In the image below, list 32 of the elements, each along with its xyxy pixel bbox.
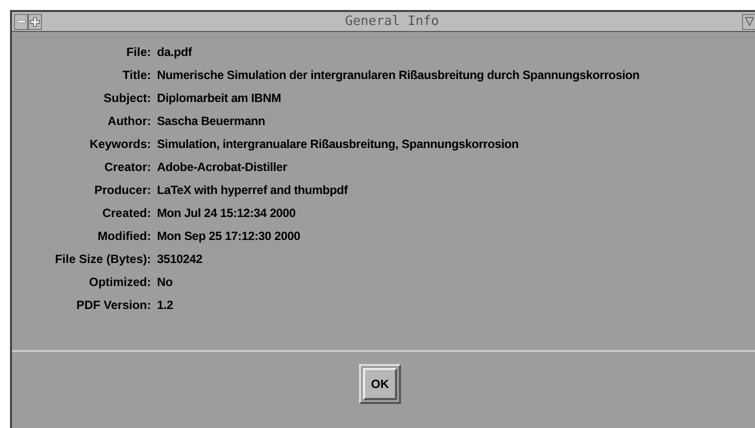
field-value: LaTeX with hyperref and thumbpdf — [157, 182, 348, 199]
maximize-button[interactable] — [28, 14, 42, 30]
field-label: Producer: — [93, 182, 151, 199]
field-value: No — [157, 274, 173, 291]
minus-icon — [16, 20, 26, 23]
field-value: 3510242 — [157, 251, 202, 268]
ok-button[interactable]: OK — [363, 368, 397, 400]
field-value: da.pdf — [157, 44, 192, 61]
field-value: Numerische Simulation der intergranularen Rißausbreitung durch Spannungskorrosion — [157, 67, 640, 84]
field-value: Mon Jul 24 15:12:34 2000 — [157, 205, 296, 222]
field-label: PDF Version: — [75, 297, 151, 314]
window-menu-button[interactable] — [14, 14, 28, 30]
shade-button[interactable] — [742, 14, 755, 30]
plus-icon — [30, 16, 40, 26]
down-triangle-icon — [744, 17, 754, 26]
field-label: Optimized: — [88, 274, 151, 291]
field-label: Modified: — [96, 228, 151, 245]
field-value: Sascha Beuermann — [157, 113, 266, 130]
field-value: Diplomarbeit am IBNM — [157, 90, 282, 107]
field-label: Creator: — [103, 159, 151, 176]
field-value: Adobe-Acrobat-Distiller — [157, 159, 288, 176]
field-label: Keywords: — [88, 136, 151, 153]
field-label: Author: — [106, 113, 151, 130]
field-label: Subject: — [102, 90, 151, 107]
field-label: Created: — [101, 205, 151, 222]
field-value: 1.2 — [157, 297, 174, 314]
field-label: Title: — [122, 67, 151, 84]
field-label: File Size (Bytes): — [54, 251, 151, 268]
window-title: General Info — [344, 12, 440, 31]
field-value: Simulation, intergranualare Rißausbreitung, Spannungskorrosion — [157, 136, 519, 153]
field-label: File: — [125, 44, 151, 61]
field-value: Mon Sep 25 17:12:30 2000 — [157, 228, 300, 245]
